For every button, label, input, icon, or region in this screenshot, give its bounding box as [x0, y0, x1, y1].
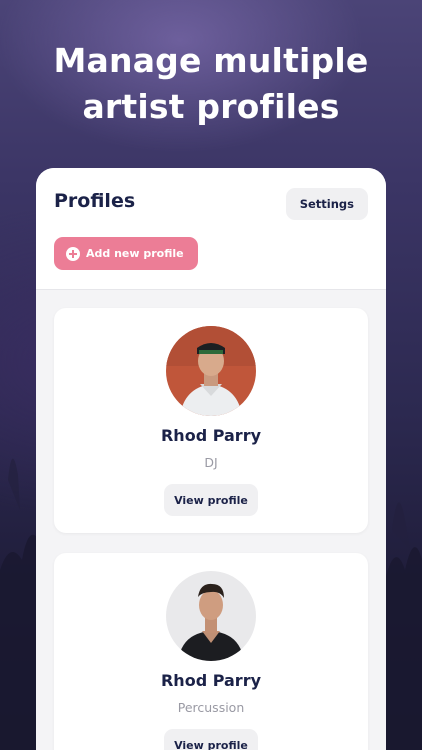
hero-title: Manage multiple artist profiles [0, 38, 422, 130]
panel-title: Profiles [54, 190, 136, 212]
profile-name: Rhod Parry [160, 671, 262, 690]
add-new-profile-label: Add new profile [86, 247, 184, 260]
profile-role: DJ [204, 455, 218, 470]
hero-title-line-2: artist profiles [82, 87, 340, 126]
hero-title-line-1: Manage multiple [53, 41, 369, 80]
add-new-profile-button[interactable]: Add new profile [54, 237, 198, 270]
profile-name: Rhod Parry [160, 426, 262, 445]
avatar-photo-2 [166, 571, 256, 661]
avatar [166, 326, 256, 416]
view-profile-button[interactable]: View profile [164, 729, 258, 750]
profile-role: Percussion [177, 700, 245, 715]
avatar [166, 571, 256, 661]
profiles-panel: Profiles Settings Add new profile Rhod P… [36, 168, 386, 750]
plus-circle-icon [66, 246, 80, 261]
settings-button[interactable]: Settings [285, 188, 368, 220]
panel-header: Profiles Settings Add new profile [36, 168, 386, 290]
profile-card: Rhod Parry DJ View profile [54, 308, 368, 533]
view-profile-button[interactable]: View profile [164, 484, 258, 516]
avatar-photo-1 [166, 326, 256, 416]
profile-card: Rhod Parry Percussion View profile [54, 553, 368, 750]
